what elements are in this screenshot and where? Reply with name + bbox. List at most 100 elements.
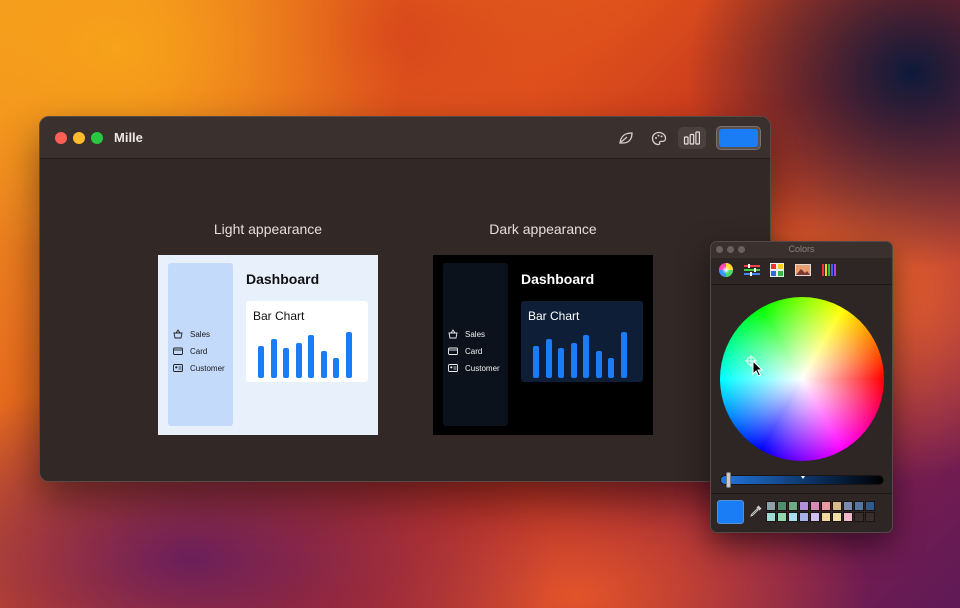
color-swatch[interactable] xyxy=(821,512,831,522)
palette-button[interactable] xyxy=(645,127,673,149)
credit-card-icon xyxy=(448,347,458,355)
light-preview: Sales Card Customer Dashboard Bar Chart xyxy=(158,255,378,435)
sidebar-item-label: Card xyxy=(190,346,208,356)
color-swatch[interactable] xyxy=(865,501,875,511)
slider-center-mark xyxy=(801,476,805,479)
dark-appearance-title: Dark appearance xyxy=(489,221,597,237)
color-wheel[interactable] xyxy=(720,297,884,461)
color-swatch[interactable] xyxy=(799,501,809,511)
bar xyxy=(333,358,339,378)
color-swatch[interactable] xyxy=(799,512,809,522)
color-wheel-icon xyxy=(719,263,733,277)
color-swatch[interactable] xyxy=(788,501,798,511)
bar xyxy=(595,351,602,378)
person-card-icon xyxy=(448,364,458,372)
basket-icon xyxy=(173,329,183,339)
bar xyxy=(270,339,277,378)
close-button[interactable] xyxy=(55,132,67,144)
color-palettes-tab[interactable] xyxy=(768,262,786,278)
sidebar-item-label: Card xyxy=(465,346,483,356)
sidebar-item-sales: Sales xyxy=(173,328,210,340)
bar-chart xyxy=(258,330,358,378)
color-swatch[interactable] xyxy=(854,501,864,511)
person-card-icon xyxy=(173,364,183,372)
minimize-button[interactable] xyxy=(73,132,85,144)
main-window: Mille Light appearance Dark appearance S… xyxy=(39,116,771,482)
bar xyxy=(608,358,614,378)
bar-chart-title: Bar Chart xyxy=(528,309,580,323)
light-appearance-title: Light appearance xyxy=(213,221,323,237)
color-swatch[interactable] xyxy=(766,501,776,511)
image-palettes-icon xyxy=(795,264,811,276)
sidebar-item-card: Card xyxy=(448,345,482,357)
bar xyxy=(258,346,264,378)
sidebar-item-card: Card xyxy=(173,345,207,357)
title-bar: Mille xyxy=(40,117,770,159)
mouse-cursor-icon xyxy=(752,360,764,377)
basket-icon xyxy=(448,329,458,339)
eyedropper-icon[interactable] xyxy=(749,504,763,518)
current-color-well[interactable] xyxy=(717,500,744,524)
color-sliders-tab[interactable] xyxy=(743,262,761,278)
preview-sidebar: Sales Card Customer xyxy=(168,263,233,426)
color-swatch[interactable] xyxy=(832,512,842,522)
colors-divider xyxy=(711,284,892,285)
bar xyxy=(308,335,314,378)
sidebar-item-label: Sales xyxy=(190,329,211,339)
bar-chart-icon xyxy=(683,131,700,145)
color-swatches xyxy=(766,501,881,522)
colors-toolbar xyxy=(711,258,892,284)
color-swatch[interactable] xyxy=(777,512,787,522)
bar xyxy=(283,348,289,378)
bar xyxy=(570,343,577,378)
bar-chart-card: Bar Chart xyxy=(246,301,368,382)
color-swatch[interactable] xyxy=(766,512,776,522)
pencils-tab[interactable] xyxy=(820,262,838,278)
sliders-icon xyxy=(744,264,760,276)
colors-divider xyxy=(711,493,892,494)
bar-chart-card: Bar Chart xyxy=(521,301,643,382)
color-well[interactable] xyxy=(716,126,761,150)
sidebar-item-label: Customer xyxy=(190,363,225,373)
sidebar-item-sales: Sales xyxy=(448,328,485,340)
color-wheel-tab[interactable] xyxy=(717,262,735,278)
bar xyxy=(583,335,589,378)
chart-button[interactable] xyxy=(678,127,706,149)
bar xyxy=(545,339,552,378)
leaf-icon xyxy=(619,132,633,144)
color-swatch[interactable] xyxy=(777,501,787,511)
bar xyxy=(320,351,327,378)
sidebar-item-label: Customer xyxy=(465,363,500,373)
bar xyxy=(345,332,352,378)
colors-title-bar: Colors xyxy=(711,242,892,258)
sidebar-item-customer: Customer xyxy=(173,362,225,374)
palettes-icon xyxy=(770,263,784,277)
credit-card-icon xyxy=(173,347,183,355)
dark-preview: Sales Card Customer Dashboard Bar Chart xyxy=(433,255,653,435)
brightness-slider-thumb[interactable] xyxy=(726,472,731,488)
color-swatch[interactable] xyxy=(865,512,875,522)
color-well-swatch xyxy=(719,129,758,147)
dashboard-heading: Dashboard xyxy=(521,271,595,287)
color-swatch[interactable] xyxy=(810,501,820,511)
color-swatch[interactable] xyxy=(788,512,798,522)
color-swatch[interactable] xyxy=(854,512,864,522)
color-swatch[interactable] xyxy=(810,512,820,522)
color-swatch[interactable] xyxy=(821,501,831,511)
palette-icon xyxy=(651,131,667,145)
colors-title: Colors xyxy=(788,244,815,254)
leaf-button[interactable] xyxy=(612,127,640,149)
bar-chart xyxy=(533,330,633,378)
image-palettes-tab[interactable] xyxy=(794,262,812,278)
preview-sidebar: Sales Card Customer xyxy=(443,263,508,426)
zoom-button[interactable] xyxy=(91,132,103,144)
window-title: Mille xyxy=(114,130,143,145)
bar xyxy=(558,348,564,378)
colors-panel: Colors xyxy=(710,241,893,533)
color-swatch[interactable] xyxy=(843,512,853,522)
pencils-icon xyxy=(822,264,836,276)
bar xyxy=(620,332,627,378)
color-swatch[interactable] xyxy=(843,501,853,511)
color-swatch[interactable] xyxy=(832,501,842,511)
bar xyxy=(295,343,302,378)
